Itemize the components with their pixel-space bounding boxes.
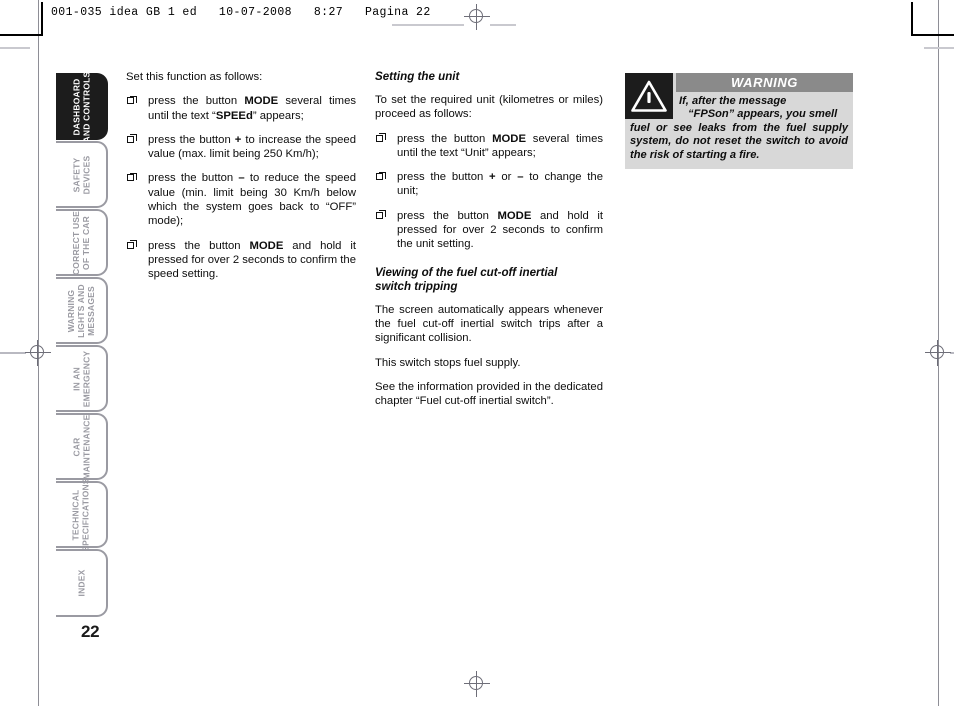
crop-rule-top-left <box>0 47 30 49</box>
square-bullet-icon <box>127 134 137 143</box>
warning-title: WARNING <box>730 75 799 90</box>
registration-circle-icon <box>469 9 483 23</box>
crop-rule-mid-left <box>0 352 26 354</box>
sidebar-tab-label: WARNING LIGHTS AND MESSAGES <box>66 283 97 338</box>
square-bullet-icon <box>127 95 137 105</box>
list-item-emphasis-2: SPEEd <box>215 109 253 122</box>
warning-title-bar: WARNING <box>676 73 853 92</box>
page-number: 22 <box>81 622 100 641</box>
sidebar-tab-label: CORRECT USE OF THE CAR <box>71 210 92 275</box>
fuel-cutoff-paragraph-3: See the information provided in the dedi… <box>375 380 603 408</box>
text-column-two: Setting the unit To set the required uni… <box>375 70 603 418</box>
warning-box-top-row: WARNING If, after the message “FPSon” ap… <box>625 73 853 122</box>
list-item-emphasis: MODE <box>497 209 532 222</box>
unit-intro-paragraph: To set the required unit (kilometres or … <box>375 94 603 121</box>
warning-body-text: fuel or see leaks from the fuel supply s… <box>630 121 848 161</box>
list-item-emphasis: MODE <box>492 132 527 145</box>
square-bullet-icon <box>376 132 386 142</box>
warning-lead-line-1: If, after the message <box>679 95 787 107</box>
registration-mark-right <box>925 340 951 366</box>
warning-box: WARNING If, after the message “FPSon” ap… <box>625 73 853 170</box>
registration-circle-icon <box>930 345 944 359</box>
list-item: press the button MODE and hold it presse… <box>375 209 603 252</box>
list-item: press the button MODE several times unti… <box>126 94 356 123</box>
list-item-emphasis: MODE <box>249 239 284 252</box>
list-item: press the button + to increase the speed… <box>126 133 356 162</box>
unit-setting-bullet-list: press the button MODE several times unti… <box>375 132 603 252</box>
square-bullet-icon <box>376 171 386 181</box>
registration-mark-left <box>25 340 51 366</box>
sidebar-tab-label: INDEX <box>75 569 86 597</box>
text-column-one: Set this function as follows: press the … <box>126 70 356 292</box>
sidebar-tab-car-maintenance[interactable]: CAR MAINTENANCE <box>56 413 108 480</box>
sidebar-tab-label: CAR MAINTENANCE <box>71 413 92 480</box>
list-item-text-pre: press the button <box>148 95 245 108</box>
intro-paragraph: Set this function as follows: <box>126 71 263 83</box>
list-item: press the button – to reduce the speed v… <box>126 171 356 228</box>
sidebar-tab-index[interactable]: INDEX <box>56 549 108 617</box>
header-rule-left-horizontal <box>0 34 43 36</box>
list-item-text-mid: or <box>495 171 518 184</box>
section-heading-setting-the-unit: Setting the unit <box>375 70 460 83</box>
header-rule-right-vertical <box>911 2 913 34</box>
list-item-emphasis: + <box>489 171 496 184</box>
list-item-text-pre: press the button <box>397 171 490 184</box>
square-bullet-icon <box>127 240 137 249</box>
sidebar-tab-warning-lights-and-messages[interactable]: WARNING LIGHTS AND MESSAGES <box>56 277 108 344</box>
print-slug-text: 001-035 idea GB 1 ed 10-07-2008 8:27 Pag… <box>51 6 431 19</box>
list-item-text-pre: press the button <box>397 209 498 222</box>
list-item-text-post: ” appears; <box>252 109 304 122</box>
list-item-emphasis: MODE <box>244 95 279 108</box>
header-rule-left-vertical <box>41 2 43 34</box>
section-heading-line2: switch tripping <box>375 279 458 293</box>
square-bullet-icon <box>376 210 386 219</box>
warning-box-title-area: WARNING If, after the message “FPSon” ap… <box>673 73 853 122</box>
square-bullet-icon <box>127 172 137 182</box>
sidebar-tab-in-an-emergency[interactable]: IN AN EMERGENCY <box>56 345 108 412</box>
section-heading-line1: Viewing of the fuel cut-off inertial <box>375 265 558 279</box>
registration-circle-icon <box>469 676 483 690</box>
warning-triangle-icon <box>625 73 673 119</box>
warning-lead-line-2: “FPSon” appears, you smell <box>688 108 838 121</box>
crop-tick-top-right <box>490 24 516 26</box>
sidebar-tab-label: IN AN EMERGENCY <box>71 350 91 407</box>
sidebar-tab-label: SAFETY DEVICES <box>71 155 91 194</box>
fuel-cutoff-paragraph-1: The screen automatically appears wheneve… <box>375 303 603 345</box>
list-item: press the button MODE several times unti… <box>375 132 603 161</box>
header-rule-right-horizontal <box>911 34 954 36</box>
crop-rule-top-right <box>924 47 954 49</box>
list-item-text-pre: press the button <box>148 172 239 185</box>
sidebar-tab-safety-devices[interactable]: SAFETY DEVICES <box>56 141 108 208</box>
registration-mark-bottom <box>464 671 490 697</box>
crop-tick-top-left <box>392 24 464 26</box>
list-item: press the button + or – to change the un… <box>375 170 603 199</box>
sidebar-tab-dashboard-and-controls[interactable]: DASHBOARD AND CONTROLS <box>56 71 108 142</box>
speed-setting-bullet-list: press the button MODE several times unti… <box>126 94 356 281</box>
list-item-text-pre: press the button <box>397 132 493 145</box>
list-item-text-pre: press the button <box>148 133 235 146</box>
sidebar-tab-label: DASHBOARD AND CONTROLS <box>71 71 91 142</box>
sidebar-tab-label: TECHNICAL SPECIFICATIONS <box>71 477 92 552</box>
section-heading-viewing-fuel-cutoff: Viewing of the fuel cut-off inertial swi… <box>375 266 603 294</box>
sidebar-tab-technical-specifications[interactable]: TECHNICAL SPECIFICATIONS <box>56 477 108 552</box>
fuel-cutoff-paragraph-2: This switch stops fuel supply. <box>375 356 521 369</box>
list-item: press the button MODE and hold it presse… <box>126 239 356 282</box>
registration-mark-top <box>464 4 490 30</box>
registration-circle-icon <box>30 345 44 359</box>
chapter-tab-sidebar: DASHBOARD AND CONTROLS SAFETY DEVICES CO… <box>56 71 112 618</box>
list-item-text-pre: press the button <box>148 239 250 252</box>
sidebar-tab-correct-use-of-the-car[interactable]: CORRECT USE OF THE CAR <box>56 209 108 276</box>
